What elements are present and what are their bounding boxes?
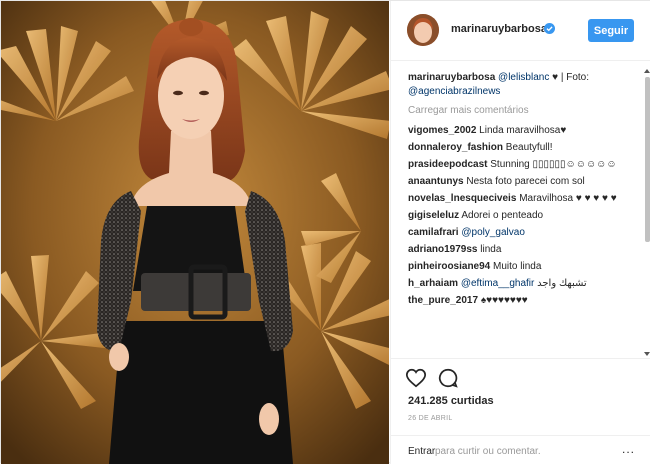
heart-icon[interactable] <box>405 367 427 389</box>
comment-username[interactable]: anaantunys <box>408 176 464 187</box>
instagram-post: marinaruybarbosa Seguir marinaruybarbosa… <box>0 0 650 464</box>
comment-text: تشبهك واجد <box>537 278 587 289</box>
comment-item: novelas_lnesqueciveis Maravilhosa ♥ ♥ ♥ … <box>408 192 644 206</box>
scroll-up-icon[interactable] <box>644 69 650 73</box>
post-actions: 241.285 curtidas 26 DE ABRIL <box>391 358 650 436</box>
comment-bubble-icon[interactable] <box>437 367 459 389</box>
post-sidebar: marinaruybarbosa Seguir marinaruybarbosa… <box>390 1 650 464</box>
comment-username[interactable]: pinheiroosiane94 <box>408 261 490 272</box>
verified-badge-icon <box>544 23 555 34</box>
comment-mention[interactable]: @eftima__ghafir <box>461 278 535 289</box>
comment-item: pinheiroosiane94 Muito linda <box>408 260 644 274</box>
post-photo-image <box>1 1 389 464</box>
caption: marinaruybarbosa @lelisblanc ♥ | Foto: @… <box>408 71 644 99</box>
comment-text: Muito linda <box>493 261 542 272</box>
comment-item: the_pure_2017 ♠♥♥♥♥♥♥♥ <box>408 294 644 308</box>
comment-text: Stunning ▯▯▯▯▯▯☺☺☺☺☺ <box>490 159 617 170</box>
caption-username[interactable]: marinaruybarbosa <box>408 72 495 83</box>
comment-item: h_arhaiam @eftima__ghafir تشبهك واجد <box>408 277 644 291</box>
load-more-comments[interactable]: Carregar mais comentários <box>408 104 644 118</box>
comments-scrollbar[interactable] <box>644 69 650 358</box>
login-prompt: Entrar para curtir ou comentar. ... <box>391 435 650 464</box>
likes-count[interactable]: 241.285 curtidas <box>408 395 494 407</box>
scroll-down-icon[interactable] <box>644 352 650 356</box>
comment-item: anaantunys Nesta foto parecei com sol <box>408 175 644 189</box>
avatar-image <box>407 14 439 46</box>
comment-item: vigomes_2002 Linda maravilhosa♥ <box>408 124 644 138</box>
comment-item: adriano1979ss linda <box>408 243 644 257</box>
comment-username[interactable]: vigomes_2002 <box>408 125 476 136</box>
comment-username[interactable]: prasideepodcast <box>408 159 487 170</box>
comment-username[interactable]: novelas_lnesqueciveis <box>408 193 516 204</box>
comment-username[interactable]: adriano1979ss <box>408 244 478 255</box>
post-header: marinaruybarbosa Seguir <box>391 1 650 61</box>
comments-list[interactable]: marinaruybarbosa @lelisblanc ♥ | Foto: @… <box>408 71 644 356</box>
caption-credit[interactable]: @agenciabrazilnews <box>408 86 500 97</box>
comment-text: Nesta foto parecei com sol <box>466 176 585 187</box>
comment-text: Maravilhosa ♥ ♥ ♥ ♥ ♥ <box>519 193 617 204</box>
comment-text: linda <box>480 244 502 255</box>
comment-username[interactable]: the_pure_2017 <box>408 295 478 306</box>
login-link[interactable]: Entrar <box>408 446 435 457</box>
comment-text: ♠♥♥♥♥♥♥♥ <box>480 295 528 306</box>
header-username[interactable]: marinaruybarbosa <box>451 23 547 35</box>
comment-username[interactable]: camilafrari <box>408 227 459 238</box>
comment-mention[interactable]: @poly_galvao <box>461 227 525 238</box>
post-date: 26 DE ABRIL <box>408 415 453 422</box>
caption-mention[interactable]: @lelisblanc <box>498 72 549 83</box>
comment-username[interactable]: gigiseleluz <box>408 210 459 221</box>
more-options-icon[interactable]: ... <box>622 442 635 456</box>
follow-button[interactable]: Seguir <box>588 19 634 42</box>
comment-text: Beautyfull! <box>505 142 553 153</box>
caption-text: ♥ | Foto: <box>552 72 590 83</box>
user-avatar[interactable] <box>407 14 439 46</box>
comment-item: donnaleroy_fashion Beautyfull! <box>408 141 644 155</box>
comment-text: Adorei o penteado <box>461 210 544 221</box>
comment-username[interactable]: donnaleroy_fashion <box>408 142 503 153</box>
login-prompt-text: para curtir ou comentar. <box>435 446 541 457</box>
post-photo[interactable] <box>1 1 389 464</box>
comment-item: prasideepodcast Stunning ▯▯▯▯▯▯☺☺☺☺☺ <box>408 158 644 172</box>
comment-username[interactable]: h_arhaiam <box>408 278 458 289</box>
comment-item: camilafrari @poly_galvao <box>408 226 644 240</box>
scrollbar-thumb[interactable] <box>645 77 650 242</box>
comment-item: gigiseleluz Adorei o penteado <box>408 209 644 223</box>
comment-text: Linda maravilhosa♥ <box>479 125 567 136</box>
